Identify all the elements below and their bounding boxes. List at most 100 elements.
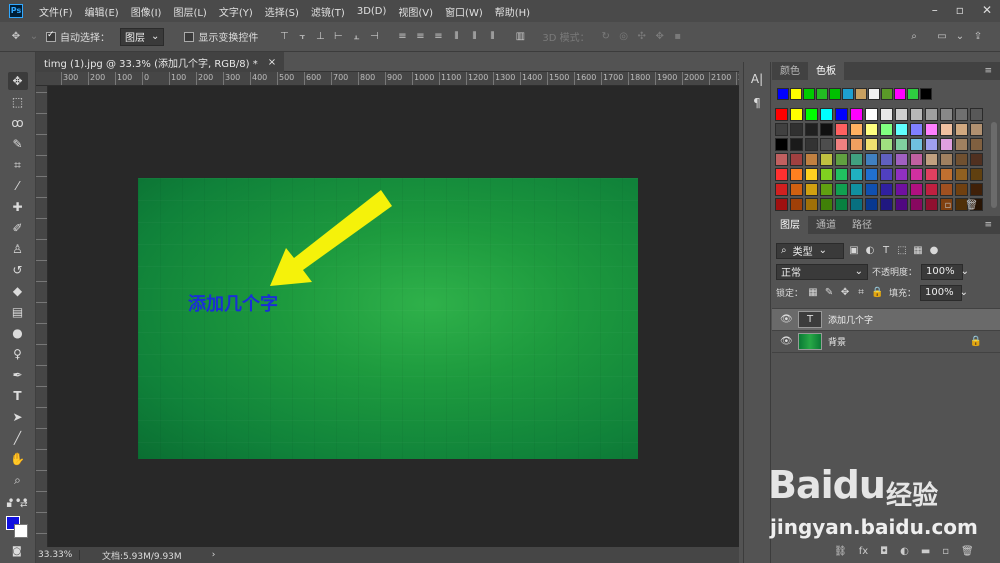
fx-icon[interactable]: fx bbox=[859, 546, 868, 557]
color-swatch[interactable] bbox=[940, 168, 953, 181]
auto-select-checkbox[interactable] bbox=[46, 30, 56, 42]
color-swatch[interactable] bbox=[925, 123, 938, 136]
tab-channels[interactable]: 通道 bbox=[808, 213, 844, 234]
color-swatch[interactable] bbox=[895, 153, 908, 166]
color-swatch[interactable] bbox=[955, 153, 968, 166]
color-swatch[interactable] bbox=[880, 198, 893, 211]
recent-swatch[interactable] bbox=[777, 88, 789, 100]
auto-align-icon[interactable]: ▥ bbox=[514, 31, 526, 43]
color-swatch[interactable] bbox=[895, 123, 908, 136]
color-swatch[interactable] bbox=[820, 168, 833, 181]
align-top-icon[interactable]: ⊤ bbox=[278, 31, 290, 43]
recent-swatch[interactable] bbox=[920, 88, 932, 100]
color-swatch[interactable] bbox=[910, 123, 923, 136]
color-swatch[interactable] bbox=[895, 183, 908, 196]
color-swatch[interactable] bbox=[970, 183, 983, 196]
distribute-right-icon[interactable]: ⦀ bbox=[486, 31, 498, 43]
show-transform-checkbox[interactable] bbox=[184, 31, 195, 42]
color-swatch[interactable] bbox=[775, 198, 788, 211]
dodge-tool-icon[interactable]: ♀ bbox=[8, 345, 28, 363]
distribute-left-icon[interactable]: ⦀ bbox=[450, 31, 462, 43]
panel-menu-icon[interactable]: ≡ bbox=[984, 66, 992, 76]
color-swatch[interactable] bbox=[775, 123, 788, 136]
color-swatch[interactable] bbox=[835, 168, 848, 181]
blend-mode-dropdown[interactable]: 正常 ⌄ bbox=[776, 263, 868, 280]
filter-type-icon[interactable]: T bbox=[880, 245, 892, 256]
tab-paths[interactable]: 路径 bbox=[844, 213, 880, 234]
recent-swatch[interactable] bbox=[790, 88, 802, 100]
color-swatch[interactable] bbox=[955, 168, 968, 181]
recent-swatch[interactable] bbox=[894, 88, 906, 100]
minimize-icon[interactable]: – bbox=[932, 3, 938, 17]
pan-3d-icon[interactable]: ✣ bbox=[636, 31, 648, 43]
color-swatch[interactable] bbox=[880, 108, 893, 121]
quick-select-tool-icon[interactable]: ✎ bbox=[8, 135, 28, 153]
color-swatch[interactable] bbox=[970, 108, 983, 121]
color-swatch[interactable] bbox=[925, 138, 938, 151]
color-swatch[interactable] bbox=[865, 168, 878, 181]
menu-type[interactable]: 文字(Y) bbox=[219, 4, 253, 19]
zoom-field[interactable]: 33.33% bbox=[36, 550, 80, 560]
recent-swatch[interactable] bbox=[829, 88, 841, 100]
search-icon[interactable]: ⌕ bbox=[908, 31, 920, 43]
color-swatch[interactable] bbox=[775, 183, 788, 196]
color-swatch[interactable] bbox=[925, 168, 938, 181]
trash-icon[interactable]: 🗑 bbox=[961, 546, 974, 557]
crop-tool-icon[interactable]: ⌗ bbox=[8, 156, 28, 174]
tab-color[interactable]: 颜色 bbox=[772, 59, 808, 80]
menu-layer[interactable]: 图层(L) bbox=[173, 4, 206, 19]
color-swatch[interactable] bbox=[940, 183, 953, 196]
color-swatch[interactable] bbox=[820, 138, 833, 151]
color-swatch[interactable] bbox=[850, 108, 863, 121]
color-swatch[interactable] bbox=[805, 183, 818, 196]
opacity-field[interactable]: 100% ⌄ bbox=[921, 263, 969, 280]
color-swatch[interactable] bbox=[925, 153, 938, 166]
color-swatch[interactable] bbox=[940, 153, 953, 166]
menu-view[interactable]: 视图(V) bbox=[398, 4, 433, 19]
color-swatch[interactable] bbox=[850, 183, 863, 196]
align-right-icon[interactable]: ⊣ bbox=[368, 31, 380, 43]
distribute-vcenter-icon[interactable]: ≡ bbox=[414, 31, 426, 43]
new-swatch-icon[interactable]: ▫ bbox=[945, 200, 952, 211]
adjustment-icon[interactable]: ◐ bbox=[900, 546, 909, 557]
color-swatch[interactable] bbox=[775, 138, 788, 151]
maximize-icon[interactable]: ▫ bbox=[956, 3, 964, 17]
color-swatch[interactable] bbox=[805, 198, 818, 211]
color-swatch[interactable] bbox=[805, 153, 818, 166]
color-swatch[interactable] bbox=[880, 153, 893, 166]
color-swatch[interactable] bbox=[835, 108, 848, 121]
menu-filter[interactable]: 滤镜(T) bbox=[311, 4, 345, 19]
filter-shape-icon[interactable]: ⬚ bbox=[896, 245, 908, 256]
default-colors-icon[interactable]: ▪ bbox=[6, 500, 12, 510]
filter-pixel-icon[interactable]: ▣ bbox=[848, 245, 860, 256]
color-swatch[interactable] bbox=[820, 108, 833, 121]
recent-swatch[interactable] bbox=[803, 88, 815, 100]
hand-tool-icon[interactable]: ✋ bbox=[8, 450, 28, 468]
distribute-bottom-icon[interactable]: ≡ bbox=[432, 31, 444, 43]
color-swatch[interactable] bbox=[880, 123, 893, 136]
clone-stamp-tool-icon[interactable]: ♙ bbox=[8, 240, 28, 258]
paragraph-panel-icon[interactable]: ¶ bbox=[747, 94, 767, 112]
color-swatch[interactable] bbox=[910, 183, 923, 196]
lock-transparent-icon[interactable]: ▦ bbox=[807, 287, 819, 298]
color-swatch[interactable] bbox=[850, 123, 863, 136]
tab-layers[interactable]: 图层 bbox=[772, 213, 808, 234]
type-tool-icon[interactable]: T bbox=[8, 387, 28, 405]
swap-colors-icon[interactable]: ⇄ bbox=[20, 500, 28, 510]
color-swatch[interactable] bbox=[850, 153, 863, 166]
color-swatch[interactable] bbox=[820, 153, 833, 166]
recent-swatch[interactable] bbox=[907, 88, 919, 100]
marquee-tool-icon[interactable]: ⬚ bbox=[8, 93, 28, 111]
brush-tool-icon[interactable]: ✐ bbox=[8, 219, 28, 237]
recent-swatch[interactable] bbox=[881, 88, 893, 100]
recent-swatch[interactable] bbox=[842, 88, 854, 100]
filter-toggle-icon[interactable]: ● bbox=[928, 245, 940, 256]
color-swatch[interactable] bbox=[790, 108, 803, 121]
link-icon[interactable]: ⛓ bbox=[834, 546, 847, 557]
healing-brush-tool-icon[interactable]: ✚ bbox=[8, 198, 28, 216]
camera-3d-icon[interactable]: ▪ bbox=[672, 31, 684, 43]
move-tool-icon[interactable]: ✥ bbox=[10, 31, 22, 43]
menu-help[interactable]: 帮助(H) bbox=[495, 4, 530, 19]
workspace-chevron-icon[interactable]: ⌄ bbox=[954, 31, 966, 43]
group-icon[interactable]: ▬ bbox=[921, 546, 930, 557]
